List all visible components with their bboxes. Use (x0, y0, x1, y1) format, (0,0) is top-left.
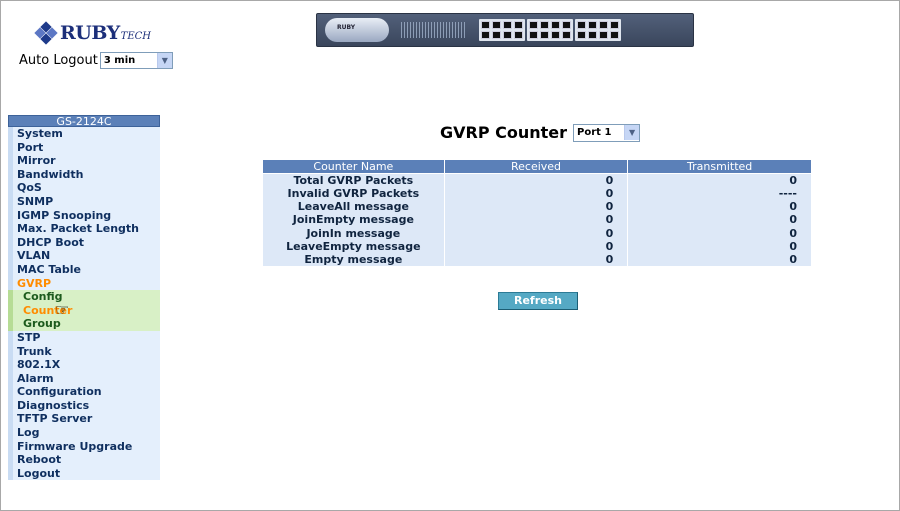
table-row: JoinEmpty message 0 0 (262, 213, 812, 227)
sidebar-item-qos[interactable]: QoS (8, 181, 160, 195)
logo-text: RUBY (60, 22, 120, 44)
sidebar-item-firmware-upgrade[interactable]: Firmware Upgrade (8, 439, 160, 454)
table-row: JoinIn message 0 0 (262, 226, 812, 240)
port-group (479, 19, 525, 41)
received-cell: 0 (443, 213, 629, 227)
device-brand-text: RUBY (337, 24, 356, 31)
transmitted-cell: 0 (627, 239, 812, 253)
logo-diamond-icon (34, 21, 58, 45)
sidebar-item-igmp-snooping[interactable]: IGMP Snooping (8, 208, 160, 223)
port-group (575, 19, 621, 41)
page-title-row: GVRP Counter Port 1 ▼ (440, 123, 641, 142)
gvrp-counter-table: Counter Name Received Transmitted Total … (262, 159, 812, 267)
sidebar-item-log[interactable]: Log (8, 426, 160, 440)
port-select[interactable]: Port 1 ▼ (573, 123, 641, 142)
sidebar-item-system[interactable]: System (8, 127, 160, 141)
sidebar-item-8021x[interactable]: 802.1X (8, 358, 160, 372)
sidebar-item-configuration[interactable]: Configuration (8, 385, 160, 399)
sidebar-item-stp[interactable]: STP (8, 330, 160, 345)
sidebar-item-port[interactable]: Port (8, 140, 160, 155)
sidebar-title: GS-2124C (8, 115, 160, 128)
sidebar-item-trunk[interactable]: Trunk (8, 344, 160, 359)
received-cell: 0 (443, 187, 629, 201)
sidebar-item-dhcp-boot[interactable]: DHCP Boot (8, 235, 160, 250)
sidebar-item-reboot[interactable]: Reboot (8, 453, 160, 467)
received-cell: 0 (443, 226, 629, 240)
sidebar-item-diagnostics[interactable]: Diagnostics (8, 398, 160, 413)
counter-name-cell: JoinIn message (262, 226, 445, 240)
refresh-button[interactable]: Refresh (498, 292, 578, 310)
port-group (527, 19, 573, 41)
counter-name-cell: LeaveEmpty message (262, 239, 445, 253)
table-row: Total GVRP Packets 0 0 (262, 173, 812, 187)
auto-logout-value: 3 min (103, 55, 136, 66)
sidebar-subitem-group[interactable]: Group (8, 317, 160, 331)
auto-logout-select[interactable]: 3 min ▼ (99, 52, 173, 69)
table-row: LeaveEmpty message 0 0 (262, 239, 812, 253)
auto-logout: Auto Logout 3 min ▼ (19, 52, 173, 69)
sidebar-subitem-config[interactable]: Config (8, 290, 160, 304)
counter-name-cell: Invalid GVRP Packets (262, 187, 445, 201)
received-cell: 0 (443, 173, 629, 187)
counter-name-cell: Empty message (262, 252, 445, 267)
sidebar-item-snmp[interactable]: SNMP (8, 194, 160, 209)
sidebar-item-gvrp[interactable]: GVRP (8, 276, 160, 291)
transmitted-cell: 0 (627, 213, 812, 227)
column-header-counter-name: Counter Name (262, 159, 445, 174)
device-ports (479, 19, 621, 41)
chevron-down-icon: ▼ (624, 125, 640, 140)
sidebar-item-logout[interactable]: Logout (8, 466, 160, 481)
hand-cursor-icon: ☞ (55, 300, 70, 319)
transmitted-cell: 0 (627, 226, 812, 240)
device-brand-badge: RUBY (325, 18, 389, 42)
sidebar-item-mirror[interactable]: Mirror (8, 154, 160, 168)
table-row: Empty message 0 0 (262, 252, 812, 267)
transmitted-cell: 0 (627, 173, 812, 187)
column-header-transmitted: Transmitted (627, 159, 812, 174)
sidebar-item-vlan[interactable]: VLAN (8, 249, 160, 263)
received-cell: 0 (443, 239, 629, 253)
sidebar-item-bandwidth[interactable]: Bandwidth (8, 167, 160, 182)
counter-name-cell: LeaveAll message (262, 200, 445, 214)
switch-device-image: RUBY (316, 13, 694, 47)
counter-name-cell: JoinEmpty message (262, 213, 445, 227)
sidebar-item-mac-table[interactable]: MAC Table (8, 262, 160, 277)
transmitted-cell: 0 (627, 252, 812, 267)
column-header-received: Received (443, 159, 629, 174)
port-select-value: Port 1 (577, 127, 612, 138)
sidebar-menu: GS-2124C System Port Mirror Bandwidth Qo… (8, 115, 160, 481)
sidebar-item-max-packet-length[interactable]: Max. Packet Length (8, 222, 160, 236)
transmitted-cell: 0 (627, 200, 812, 214)
device-vent-grill (401, 22, 465, 38)
transmitted-cell: ---- (627, 187, 812, 201)
received-cell: 0 (443, 200, 629, 214)
received-cell: 0 (443, 252, 629, 267)
sidebar-item-alarm[interactable]: Alarm (8, 371, 160, 386)
page-title: GVRP Counter (440, 123, 568, 142)
sidebar-item-tftp-server[interactable]: TFTP Server (8, 412, 160, 427)
counter-name-cell: Total GVRP Packets (262, 173, 445, 187)
logo-suffix: TECH (120, 30, 151, 42)
auto-logout-label: Auto Logout (19, 53, 98, 68)
sidebar-subitem-counter[interactable]: Counter (8, 303, 160, 318)
rubytech-logo: RUBY TECH (34, 20, 151, 46)
table-row: Invalid GVRP Packets 0 ---- (262, 187, 812, 201)
table-row: LeaveAll message 0 0 (262, 200, 812, 214)
table-header-row: Counter Name Received Transmitted (262, 159, 812, 174)
chevron-down-icon: ▼ (156, 53, 172, 68)
